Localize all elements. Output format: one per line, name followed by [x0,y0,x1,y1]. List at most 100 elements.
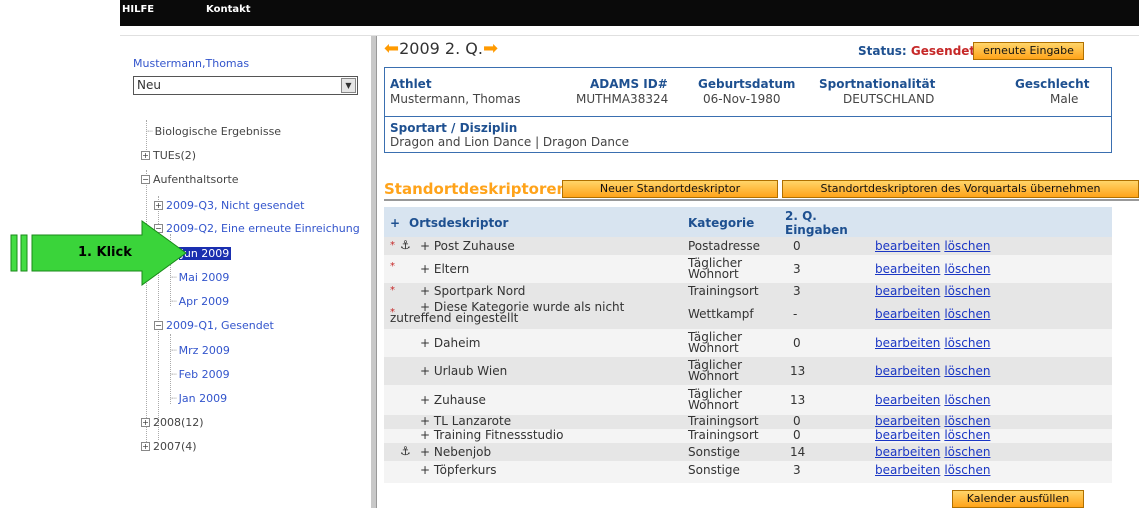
edit-link[interactable]: bearbeiten [875,239,940,253]
header-eingaben: Eingaben [785,223,848,237]
click-hint-arrow: 1. Klick [10,220,188,286]
location-name[interactable]: + Training Fitnessstudio [420,429,563,441]
required-marker: * [390,261,395,272]
nav-kontakt-link[interactable]: Kontakt [206,4,251,15]
delete-link[interactable]: löschen [944,284,990,298]
collapse-minus-icon[interactable]: − [141,175,150,184]
pane-divider[interactable] [371,36,377,508]
chevron-down-icon[interactable]: ▼ [341,78,356,93]
location-count: 3 [793,262,801,276]
tree-item-aufenthaltsorte[interactable]: − Aufenthaltsorte [141,173,239,186]
period-label: 2009 2. Q. [399,39,483,58]
birthdate-value: 06-Nov-1980 [703,92,781,106]
edit-link[interactable]: bearbeiten [875,414,940,428]
edit-link[interactable]: bearbeiten [875,463,940,477]
adams-id-header: ADAMS ID# [590,77,668,91]
edit-link[interactable]: bearbeiten [875,284,940,298]
location-category: Sonstige [688,463,740,477]
location-category: Trainingsort [688,414,759,428]
user-name: Mustermann,Thomas [133,57,250,70]
location-category: Täglicher Wohnort [688,387,743,412]
row-actions: bearbeiten löschen [875,307,994,321]
row-actions: bearbeiten löschen [875,393,994,407]
location-name[interactable]: + Zuhause [420,394,486,406]
location-name[interactable]: + Eltern [420,263,469,275]
location-count: 0 [793,336,801,350]
delete-link[interactable]: löschen [944,414,990,428]
delete-link[interactable]: löschen [944,445,990,459]
location-count: 0 [793,414,801,428]
edit-link[interactable]: bearbeiten [875,364,940,378]
tree-item-mrz-2009[interactable]: ┈ Mrz 2009 [170,344,230,357]
tree-item-feb-2009[interactable]: ┈ Feb 2009 [170,368,230,381]
location-count: 0 [793,428,801,442]
edit-link[interactable]: bearbeiten [875,393,940,407]
tree-item-2007[interactable]: +2007(4) [141,440,197,453]
header-plus[interactable]: + [390,216,400,230]
required-marker: * [390,285,395,296]
table-row: * + Sportpark Nord Trainingsort 3 bearbe… [384,283,1112,300]
tree-item-jan-2009[interactable]: ┈ Jan 2009 [170,392,227,405]
new-location-descriptor-button[interactable]: Neuer Standortdeskriptor [562,180,778,198]
nationality-header: Sportnationalität [819,77,936,91]
row-actions: bearbeiten löschen [875,239,994,253]
resubmit-button[interactable]: erneute Eingabe [973,42,1084,60]
tree-item-2008[interactable]: +2008(12) [141,416,204,429]
header-ortsdeskriptor: Ortsdeskriptor [409,216,509,230]
tree-item-apr-2009[interactable]: ┈ Apr 2009 [170,295,229,308]
location-category: Täglicher Wohnort [688,256,743,281]
table-row: * + Eltern Täglicher Wohnort 3 bearbeite… [384,255,1112,283]
delete-link[interactable]: löschen [944,393,990,407]
anchor-icon: ⚓ [400,444,411,458]
edit-link[interactable]: bearbeiten [875,445,940,459]
tree-item-2009-q1[interactable]: −2009-Q1, Gesendet [154,319,274,332]
sport-header: Sportart / Disziplin [390,121,518,135]
expand-plus-icon[interactable]: + [154,201,163,210]
tree-item-bio[interactable]: ┈ Biologische Ergebnisse [146,125,281,138]
delete-link[interactable]: löschen [944,428,990,442]
arrow-right-icon[interactable]: ➡ [483,38,498,59]
row-actions: bearbeiten löschen [875,364,994,378]
edit-link[interactable]: bearbeiten [875,262,940,276]
location-name[interactable]: + Töpferkurs [420,464,497,476]
expand-plus-icon[interactable]: + [141,442,150,451]
adams-id-value: MUTHMA38324 [576,92,669,106]
top-band [120,26,1139,36]
required-marker: * [390,240,395,251]
delete-link[interactable]: löschen [944,239,990,253]
location-count: 3 [793,463,801,477]
fill-calendar-button[interactable]: Kalender ausfüllen [952,490,1084,508]
location-category: Täglicher Wohnort [688,358,743,383]
location-name[interactable]: + Diese Kategorie wurde als nicht zutref… [390,301,684,324]
collapse-minus-icon[interactable]: − [154,321,163,330]
expand-plus-icon[interactable]: + [141,151,150,160]
delete-link[interactable]: löschen [944,364,990,378]
top-nav-bar: HILFE Kontakt [120,0,1139,26]
gender-header: Geschlecht [1015,77,1090,91]
delete-link[interactable]: löschen [944,336,990,350]
location-name[interactable]: + TL Lanzarote [420,415,511,427]
delete-link[interactable]: löschen [944,307,990,321]
location-name[interactable]: + Nebenjob [420,446,491,458]
nav-hilfe-link[interactable]: HILFE [122,4,154,15]
edit-link[interactable]: bearbeiten [875,307,940,321]
location-name[interactable]: + Post Zuhause [420,240,515,252]
expand-plus-icon[interactable]: + [141,418,150,427]
edit-link[interactable]: bearbeiten [875,336,940,350]
arrow-left-icon[interactable]: ⬅ [384,38,399,59]
location-name[interactable]: + Urlaub Wien [420,365,507,377]
row-actions: bearbeiten löschen [875,262,994,276]
athlete-header: Athlet [390,77,432,91]
row-actions: bearbeiten löschen [875,284,994,298]
edit-link[interactable]: bearbeiten [875,428,940,442]
row-actions: bearbeiten löschen [875,445,994,459]
athlete-info-box: Athlet Mustermann, Thomas ADAMS ID# MUTH… [384,67,1112,153]
tree-item-tues[interactable]: + TUEs(2) [141,149,196,162]
tree-item-2009-q3[interactable]: +2009-Q3, Nicht gesendet [154,199,304,212]
delete-link[interactable]: löschen [944,262,990,276]
copy-previous-quarter-button[interactable]: Standortdeskriptoren des Vorquartals übe… [782,180,1139,198]
location-name[interactable]: + Sportpark Nord [420,285,525,297]
location-name[interactable]: + Daheim [420,337,480,349]
delete-link[interactable]: löschen [944,463,990,477]
status-select[interactable]: Neu ▼ [133,76,358,95]
